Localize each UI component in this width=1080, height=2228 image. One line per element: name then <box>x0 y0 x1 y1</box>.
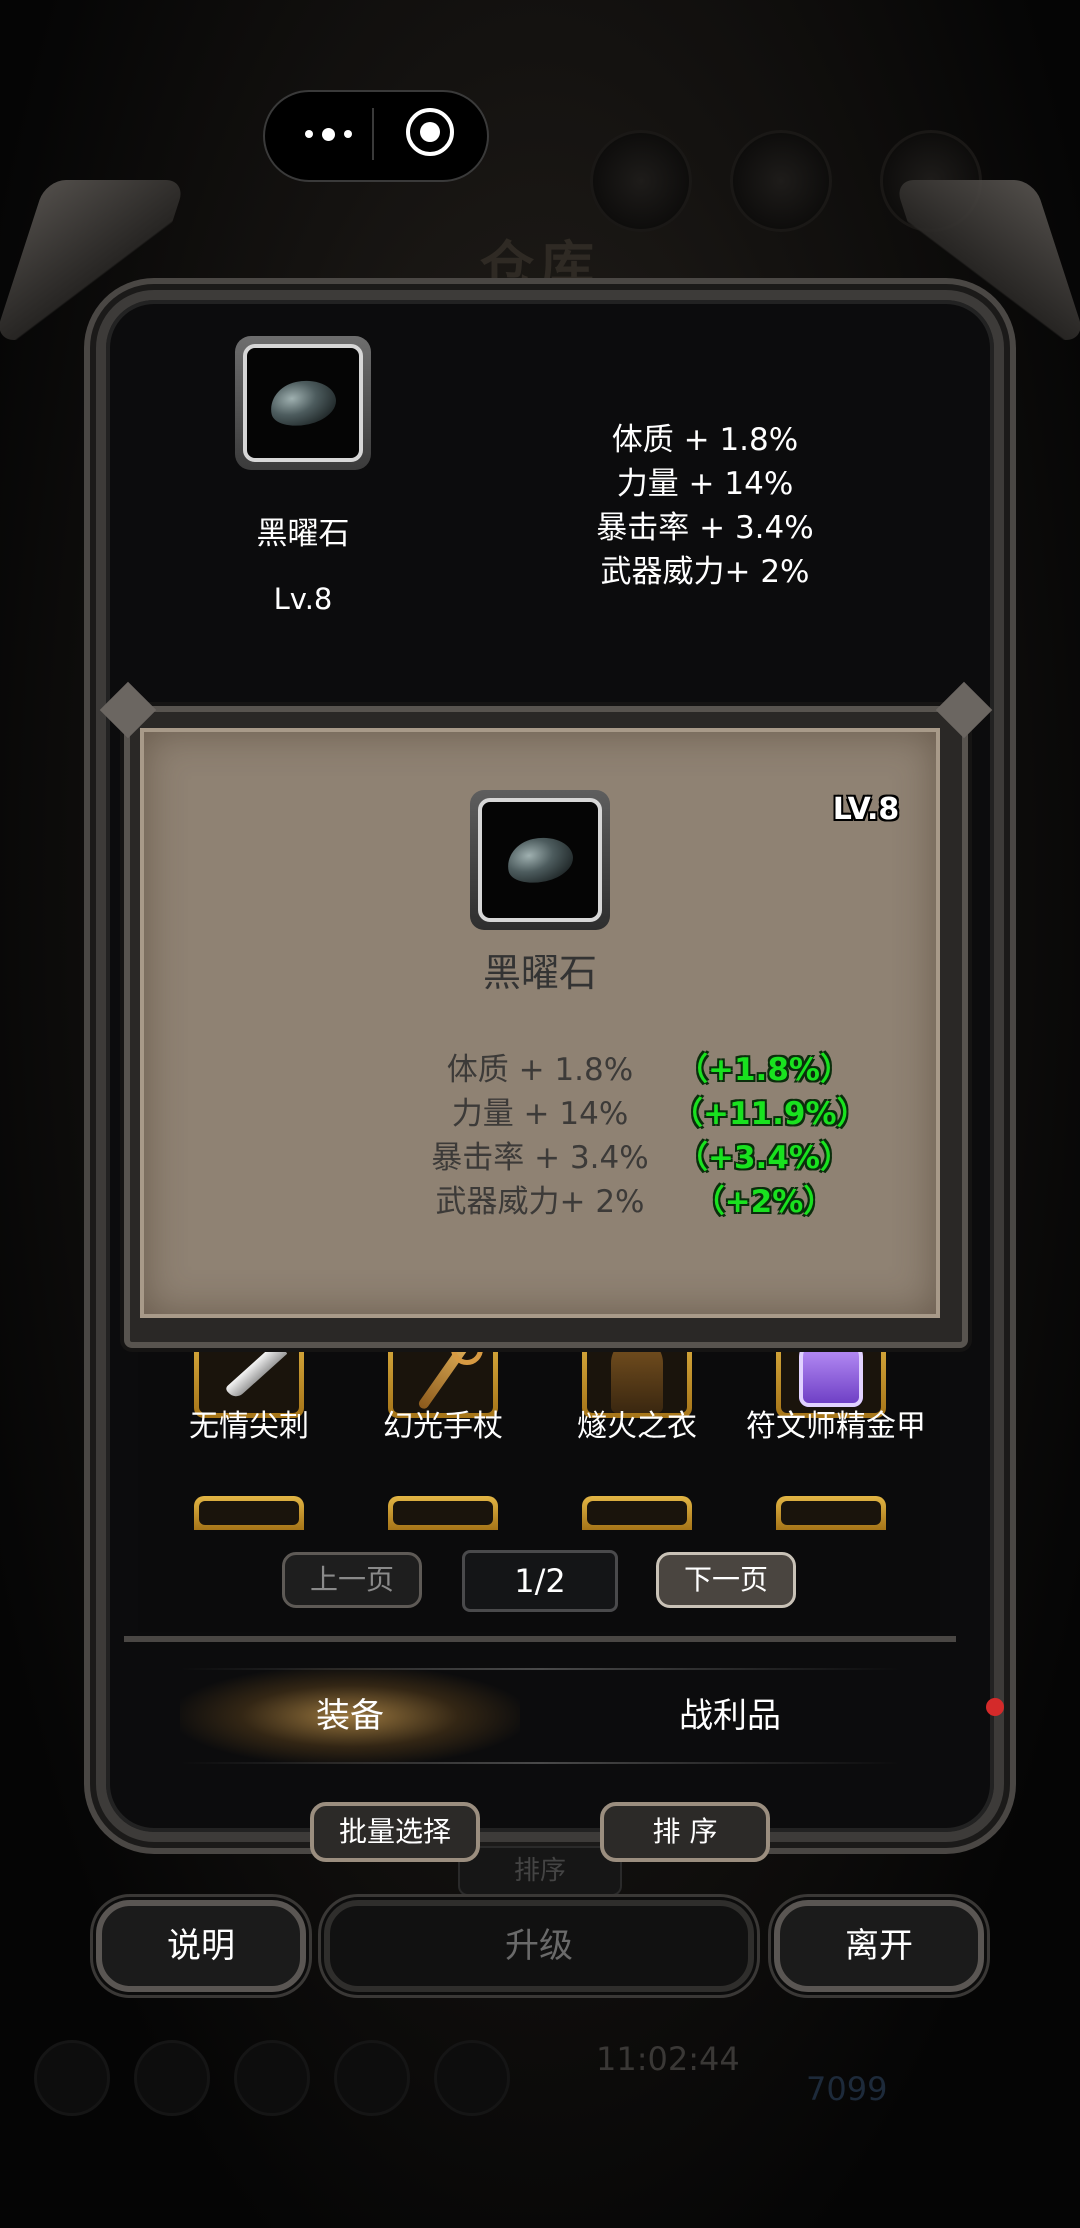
stat-line: 体质 + 1.8% <box>446 1052 634 1088</box>
page-indicator: 1/2 <box>462 1550 618 1612</box>
grid-item[interactable] <box>388 1496 498 1530</box>
grid-item-label: 燧火之衣 <box>577 1409 697 1444</box>
obsidian-icon <box>266 374 340 432</box>
tab-divider <box>180 1762 900 1764</box>
grid-item[interactable] <box>776 1496 886 1530</box>
background-icon <box>590 130 692 232</box>
leave-button[interactable]: 离开 <box>774 1900 984 1992</box>
background-icon <box>334 2040 410 2116</box>
background-icon <box>34 2040 110 2116</box>
background-clock: 11:02:44 <box>596 2040 740 2078</box>
stat-bonus: （+11.9%） <box>672 1096 868 1132</box>
dagger-icon <box>224 1341 288 1401</box>
grid-item[interactable] <box>582 1496 692 1530</box>
target-close-icon[interactable] <box>406 108 454 156</box>
stat-bonus: （+3.4%） <box>677 1140 851 1176</box>
stat-bonus: （+2%） <box>693 1184 835 1220</box>
sort-button-background: 排序 <box>458 1846 622 1896</box>
sort-button[interactable]: 排 序 <box>600 1802 770 1862</box>
grid-item-label: 无情尖刺 <box>189 1409 309 1444</box>
obsidian-icon <box>503 831 577 889</box>
background-icon <box>730 130 832 232</box>
background-icon <box>234 2040 310 2116</box>
help-button[interactable]: 说明 <box>96 1900 306 1992</box>
background-gem-count: 7099 <box>806 2070 888 2108</box>
batch-select-button[interactable]: 批量选择 <box>310 1802 480 1862</box>
stat-line: 暴击率 + 3.4% <box>596 510 814 546</box>
stat-line: 武器威力+ 2% <box>435 1184 645 1220</box>
tab-loot[interactable]: 战利品 <box>580 1668 880 1764</box>
stat-line: 体质 + 1.8% <box>611 422 799 458</box>
prev-page-button[interactable]: 上一页 <box>282 1552 422 1608</box>
popup-item-name: 黑曜石 <box>482 951 597 995</box>
selected-item-slot[interactable] <box>235 336 371 470</box>
stat-bonus: （+1.8%） <box>677 1052 851 1088</box>
popup-stat-bonuses: （+1.8%） （+11.9%） （+3.4%） （+2%） <box>672 1048 868 1224</box>
capsule-divider <box>372 108 374 160</box>
grid-item-label: 符文师精金甲 <box>746 1409 926 1444</box>
stat-line: 力量 + 14% <box>616 466 794 502</box>
upgrade-button[interactable]: 升级 <box>324 1900 754 1992</box>
notification-dot <box>986 1698 1004 1716</box>
stat-line: 力量 + 14% <box>451 1096 629 1132</box>
background-icon <box>134 2040 210 2116</box>
more-dots-icon[interactable] <box>292 112 364 156</box>
robe-icon <box>611 1337 663 1413</box>
popup-stats: 体质 + 1.8% 力量 + 14% 暴击率 + 3.4% 武器威力+ 2% <box>420 1048 660 1224</box>
stat-line: 暴击率 + 3.4% <box>431 1140 649 1176</box>
selected-item-stats: 体质 + 1.8% 力量 + 14% 暴击率 + 3.4% 武器威力+ 2% <box>570 418 840 594</box>
popup-item-level: LV.8 <box>832 792 900 827</box>
background-icon <box>434 2040 510 2116</box>
grid-frame-bottom <box>124 1636 956 1642</box>
grid-item[interactable] <box>194 1496 304 1530</box>
tab-equipment[interactable]: 装备 <box>180 1668 520 1764</box>
popup-item-slot <box>470 790 610 930</box>
stat-line: 武器威力+ 2% <box>600 554 810 590</box>
grid-item-label: 幻光手杖 <box>383 1409 503 1444</box>
next-page-button[interactable]: 下一页 <box>656 1552 796 1608</box>
selected-item-name: 黑曜石 <box>256 516 350 552</box>
selected-item-level: Lv.8 <box>273 582 333 616</box>
